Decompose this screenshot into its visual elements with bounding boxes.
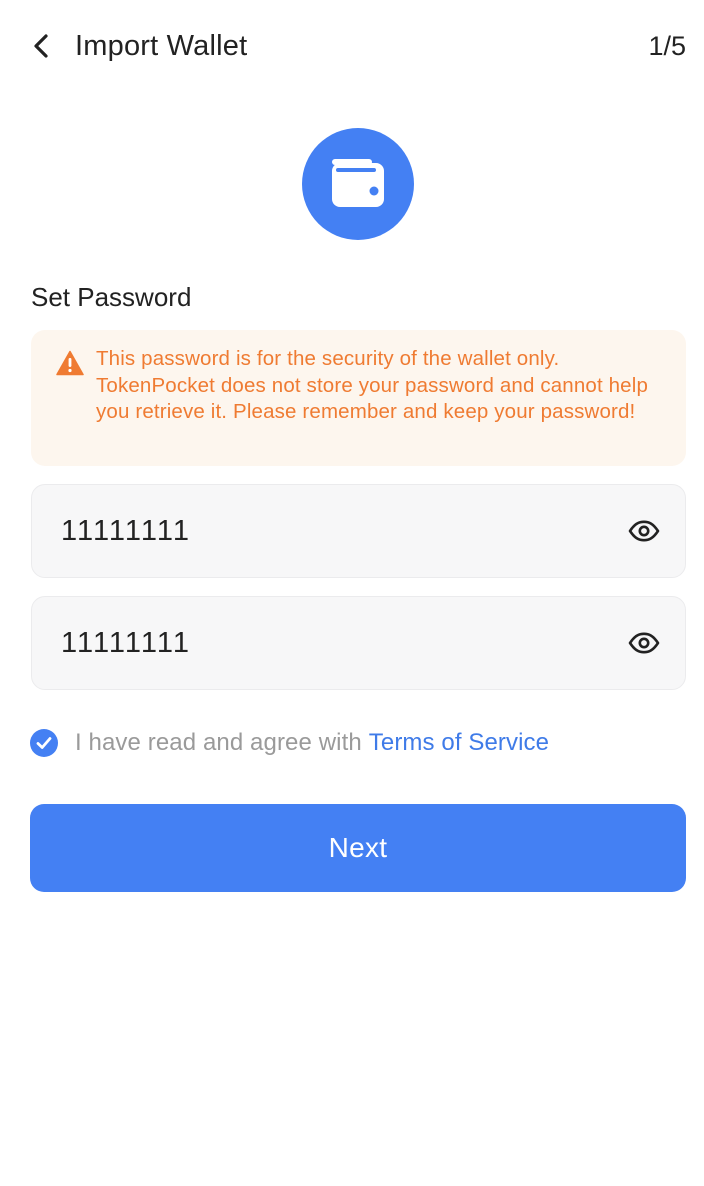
agree-checkbox[interactable] bbox=[30, 729, 58, 757]
wallet-hero bbox=[302, 128, 414, 240]
set-password-label: Set Password bbox=[31, 282, 192, 312]
confirm-password-input[interactable] bbox=[61, 621, 581, 665]
agreement-text: I have read and agree with bbox=[75, 729, 362, 756]
next-button[interactable]: Next bbox=[30, 804, 686, 892]
password-input[interactable] bbox=[61, 509, 581, 553]
confirm-password-field bbox=[31, 596, 686, 690]
header: Import Wallet 1/5 bbox=[0, 0, 704, 94]
check-icon bbox=[36, 737, 52, 749]
warning-text: This password is for the security of the… bbox=[96, 347, 648, 423]
terms-of-service-link[interactable]: Terms of Service bbox=[369, 729, 549, 757]
warning-box: This password is for the security of the… bbox=[31, 330, 686, 466]
warning-triangle-icon bbox=[56, 350, 84, 376]
back-button[interactable] bbox=[24, 28, 60, 64]
eye-icon bbox=[628, 632, 660, 654]
toggle-confirm-visibility-button[interactable] bbox=[627, 628, 661, 658]
wallet-icon bbox=[332, 159, 384, 207]
agreement-row: I have read and agree with Terms of Serv… bbox=[30, 726, 549, 760]
toggle-password-visibility-button[interactable] bbox=[627, 516, 661, 546]
page-title: Import Wallet bbox=[75, 30, 248, 62]
step-indicator: 1/5 bbox=[648, 31, 686, 61]
eye-icon bbox=[628, 520, 660, 542]
chevron-left-icon bbox=[34, 34, 48, 58]
password-field bbox=[31, 484, 686, 578]
